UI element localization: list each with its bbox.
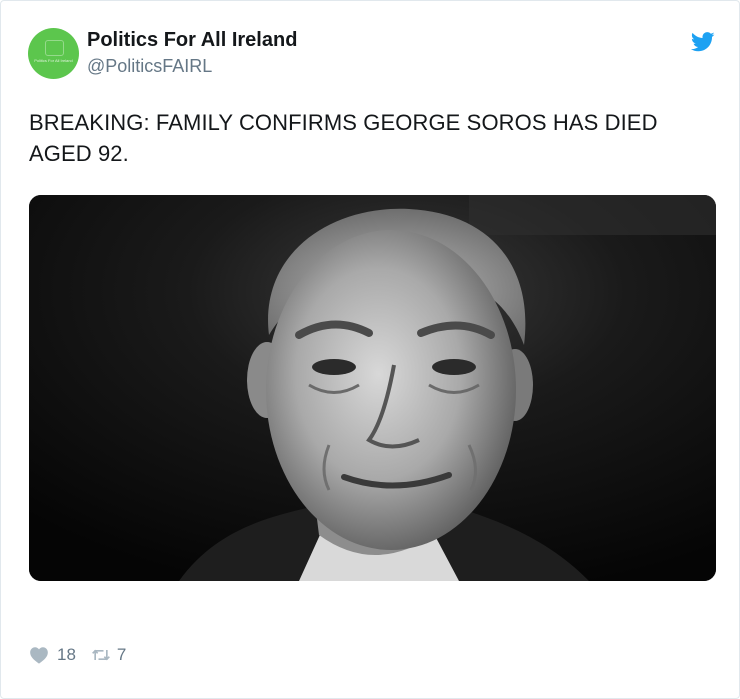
twitter-bird-icon[interactable]	[691, 31, 715, 53]
avatar-logo-text: Politics For All Ireland	[34, 58, 73, 63]
retweet-button[interactable]: 7	[91, 645, 126, 665]
retweet-count: 7	[116, 645, 127, 664]
avatar-logo-icon	[45, 40, 64, 56]
display-name[interactable]: Politics For All Ireland	[87, 29, 297, 52]
tweet-text: BREAKING: FAMILY CONFIRMS GEORGE SOROS H…	[29, 110, 658, 166]
tweet-actions: 18 7	[29, 643, 126, 667]
retweet-icon	[91, 649, 110, 661]
account-handle[interactable]: @PoliticsFAIRL	[87, 56, 212, 77]
like-button[interactable]: 18	[29, 645, 76, 665]
portrait-illustration	[29, 195, 716, 581]
heart-icon	[30, 647, 48, 664]
like-count: 18	[57, 645, 76, 664]
tweet-photo[interactable]	[29, 195, 716, 581]
tweet-card[interactable]: Politics For All Ireland Politics For Al…	[0, 0, 740, 699]
avatar[interactable]: Politics For All Ireland	[28, 28, 79, 79]
